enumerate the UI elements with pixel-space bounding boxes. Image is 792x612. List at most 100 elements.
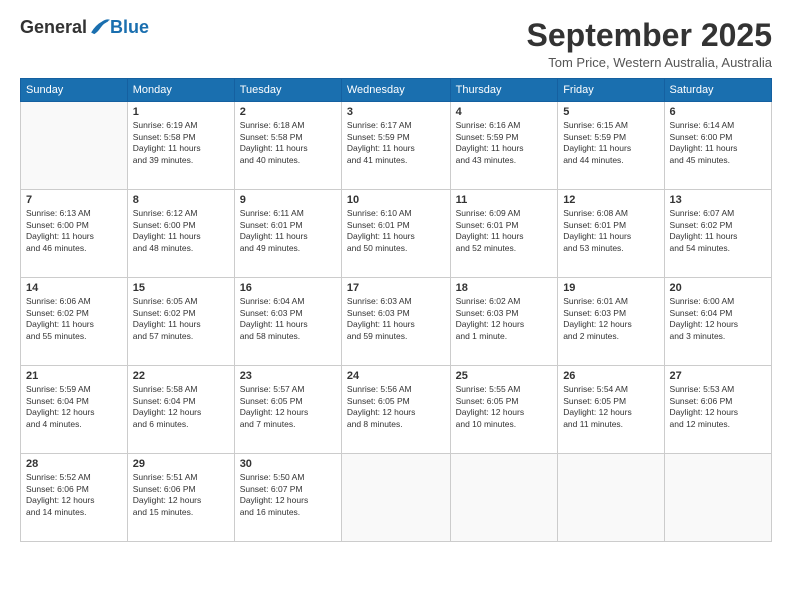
- day-cell: 16Sunrise: 6:04 AM Sunset: 6:03 PM Dayli…: [234, 278, 341, 366]
- day-cell: [21, 102, 128, 190]
- day-number: 7: [26, 194, 122, 206]
- day-info: Sunrise: 6:12 AM Sunset: 6:00 PM Dayligh…: [133, 208, 229, 254]
- day-info: Sunrise: 5:52 AM Sunset: 6:06 PM Dayligh…: [26, 472, 122, 518]
- day-cell: [558, 454, 664, 542]
- day-info: Sunrise: 6:01 AM Sunset: 6:03 PM Dayligh…: [563, 296, 658, 342]
- day-cell: 3 Sunrise: 6:17 AM Sunset: 5:59 PM Daylig…: [341, 102, 450, 190]
- day-info: Sunrise: 6:19 AM Sunset: 5:58 PM Dayligh…: [133, 120, 229, 166]
- day-cell: 30 Sunrise: 5:50 AM Sunset: 6:07 PM Dayli…: [234, 454, 341, 542]
- logo: General Blue: [20, 18, 149, 36]
- day-info: Sunrise: 6:06 AM Sunset: 6:02 PM Dayligh…: [26, 296, 122, 342]
- day-cell: 1 Sunrise: 6:19 AM Sunset: 5:58 PM Daylig…: [127, 102, 234, 190]
- day-info: Sunrise: 6:03 AM Sunset: 6:03 PM Dayligh…: [347, 296, 445, 342]
- day-cell: 18 Sunrise: 6:02 AM Sunset: 6:03 PM Dayli…: [450, 278, 558, 366]
- day-info: Sunrise: 6:16 AM Sunset: 5:59 PM Dayligh…: [456, 120, 553, 166]
- week-row-5: 28 Sunrise: 5:52 AM Sunset: 6:06 PM Dayli…: [21, 454, 772, 542]
- day-cell: 22 Sunrise: 5:58 AM Sunset: 6:04 PM Dayli…: [127, 366, 234, 454]
- logo-blue-text: Blue: [110, 18, 149, 36]
- col-header-saturday: Saturday: [664, 79, 771, 102]
- day-cell: 26Sunrise: 5:54 AM Sunset: 6:05 PM Dayli…: [558, 366, 664, 454]
- day-number: 4: [456, 106, 553, 118]
- day-number: 22: [133, 370, 229, 382]
- day-info: Sunrise: 6:09 AM Sunset: 6:01 PM Dayligh…: [456, 208, 553, 254]
- day-number: 12: [563, 194, 658, 206]
- week-row-1: 1 Sunrise: 6:19 AM Sunset: 5:58 PM Daylig…: [21, 102, 772, 190]
- location-title: Tom Price, Western Australia, Australia: [527, 55, 772, 70]
- day-cell: 28 Sunrise: 5:52 AM Sunset: 6:06 PM Dayli…: [21, 454, 128, 542]
- day-info: Sunrise: 5:50 AM Sunset: 6:07 PM Dayligh…: [240, 472, 336, 518]
- day-info: Sunrise: 5:55 AM Sunset: 6:05 PM Dayligh…: [456, 384, 553, 430]
- month-title: September 2025: [527, 18, 772, 53]
- calendar-header-row: SundayMondayTuesdayWednesdayThursdayFrid…: [21, 79, 772, 102]
- day-number: 1: [133, 106, 229, 118]
- day-info: Sunrise: 5:54 AM Sunset: 6:05 PM Dayligh…: [563, 384, 658, 430]
- day-cell: 23 Sunrise: 5:57 AM Sunset: 6:05 PM Dayli…: [234, 366, 341, 454]
- day-info: Sunrise: 6:11 AM Sunset: 6:01 PM Dayligh…: [240, 208, 336, 254]
- day-info: Sunrise: 6:07 AM Sunset: 6:02 PM Dayligh…: [670, 208, 766, 254]
- day-number: 19: [563, 282, 658, 294]
- day-number: 14: [26, 282, 122, 294]
- day-number: 18: [456, 282, 553, 294]
- day-cell: 10Sunrise: 6:10 AM Sunset: 6:01 PM Dayli…: [341, 190, 450, 278]
- day-info: Sunrise: 6:17 AM Sunset: 5:59 PM Dayligh…: [347, 120, 445, 166]
- day-info: Sunrise: 6:18 AM Sunset: 5:58 PM Dayligh…: [240, 120, 336, 166]
- col-header-monday: Monday: [127, 79, 234, 102]
- day-cell: 13 Sunrise: 6:07 AM Sunset: 6:02 PM Dayli…: [664, 190, 771, 278]
- day-number: 17: [347, 282, 445, 294]
- day-cell: 8 Sunrise: 6:12 AM Sunset: 6:00 PM Daylig…: [127, 190, 234, 278]
- day-cell: [341, 454, 450, 542]
- day-number: 2: [240, 106, 336, 118]
- day-number: 25: [456, 370, 553, 382]
- col-header-sunday: Sunday: [21, 79, 128, 102]
- day-cell: 4 Sunrise: 6:16 AM Sunset: 5:59 PM Daylig…: [450, 102, 558, 190]
- col-header-wednesday: Wednesday: [341, 79, 450, 102]
- day-number: 3: [347, 106, 445, 118]
- day-number: 28: [26, 458, 122, 470]
- day-number: 11: [456, 194, 553, 206]
- day-number: 13: [670, 194, 766, 206]
- day-info: Sunrise: 5:57 AM Sunset: 6:05 PM Dayligh…: [240, 384, 336, 430]
- day-number: 10: [347, 194, 445, 206]
- day-cell: 15Sunrise: 6:05 AM Sunset: 6:02 PM Dayli…: [127, 278, 234, 366]
- day-cell: 24 Sunrise: 5:56 AM Sunset: 6:05 PM Dayli…: [341, 366, 450, 454]
- day-cell: 17 Sunrise: 6:03 AM Sunset: 6:03 PM Dayli…: [341, 278, 450, 366]
- logo-area: General Blue: [20, 18, 149, 36]
- day-cell: [664, 454, 771, 542]
- day-number: 30: [240, 458, 336, 470]
- logo-general-text: General: [20, 18, 87, 36]
- day-info: Sunrise: 6:02 AM Sunset: 6:03 PM Dayligh…: [456, 296, 553, 342]
- day-info: Sunrise: 5:58 AM Sunset: 6:04 PM Dayligh…: [133, 384, 229, 430]
- day-cell: 20 Sunrise: 6:00 AM Sunset: 6:04 PM Dayli…: [664, 278, 771, 366]
- week-row-4: 21Sunrise: 5:59 AM Sunset: 6:04 PM Dayli…: [21, 366, 772, 454]
- day-cell: 29 Sunrise: 5:51 AM Sunset: 6:06 PM Dayli…: [127, 454, 234, 542]
- week-row-2: 7 Sunrise: 6:13 AM Sunset: 6:00 PM Daylig…: [21, 190, 772, 278]
- week-row-3: 14 Sunrise: 6:06 AM Sunset: 6:02 PM Dayli…: [21, 278, 772, 366]
- logo-bird-icon: [88, 18, 110, 36]
- day-cell: 7 Sunrise: 6:13 AM Sunset: 6:00 PM Daylig…: [21, 190, 128, 278]
- day-number: 24: [347, 370, 445, 382]
- day-number: 8: [133, 194, 229, 206]
- day-number: 5: [563, 106, 658, 118]
- day-info: Sunrise: 5:56 AM Sunset: 6:05 PM Dayligh…: [347, 384, 445, 430]
- day-cell: 2 Sunrise: 6:18 AM Sunset: 5:58 PM Daylig…: [234, 102, 341, 190]
- day-info: Sunrise: 6:00 AM Sunset: 6:04 PM Dayligh…: [670, 296, 766, 342]
- day-number: 20: [670, 282, 766, 294]
- day-cell: 21Sunrise: 5:59 AM Sunset: 6:04 PM Dayli…: [21, 366, 128, 454]
- day-number: 29: [133, 458, 229, 470]
- day-info: Sunrise: 6:13 AM Sunset: 6:00 PM Dayligh…: [26, 208, 122, 254]
- day-cell: 12 Sunrise: 6:08 AM Sunset: 6:01 PM Dayli…: [558, 190, 664, 278]
- day-info: Sunrise: 6:08 AM Sunset: 6:01 PM Dayligh…: [563, 208, 658, 254]
- page: General Blue September 2025 Tom Price, W…: [0, 0, 792, 612]
- day-info: Sunrise: 5:51 AM Sunset: 6:06 PM Dayligh…: [133, 472, 229, 518]
- day-cell: [450, 454, 558, 542]
- day-number: 27: [670, 370, 766, 382]
- day-cell: 9Sunrise: 6:11 AM Sunset: 6:01 PM Daylig…: [234, 190, 341, 278]
- col-header-friday: Friday: [558, 79, 664, 102]
- calendar-table: SundayMondayTuesdayWednesdayThursdayFrid…: [20, 78, 772, 542]
- day-cell: 6Sunrise: 6:14 AM Sunset: 6:00 PM Daylig…: [664, 102, 771, 190]
- col-header-tuesday: Tuesday: [234, 79, 341, 102]
- day-number: 23: [240, 370, 336, 382]
- day-cell: 11 Sunrise: 6:09 AM Sunset: 6:01 PM Dayli…: [450, 190, 558, 278]
- day-number: 16: [240, 282, 336, 294]
- day-cell: 27Sunrise: 5:53 AM Sunset: 6:06 PM Dayli…: [664, 366, 771, 454]
